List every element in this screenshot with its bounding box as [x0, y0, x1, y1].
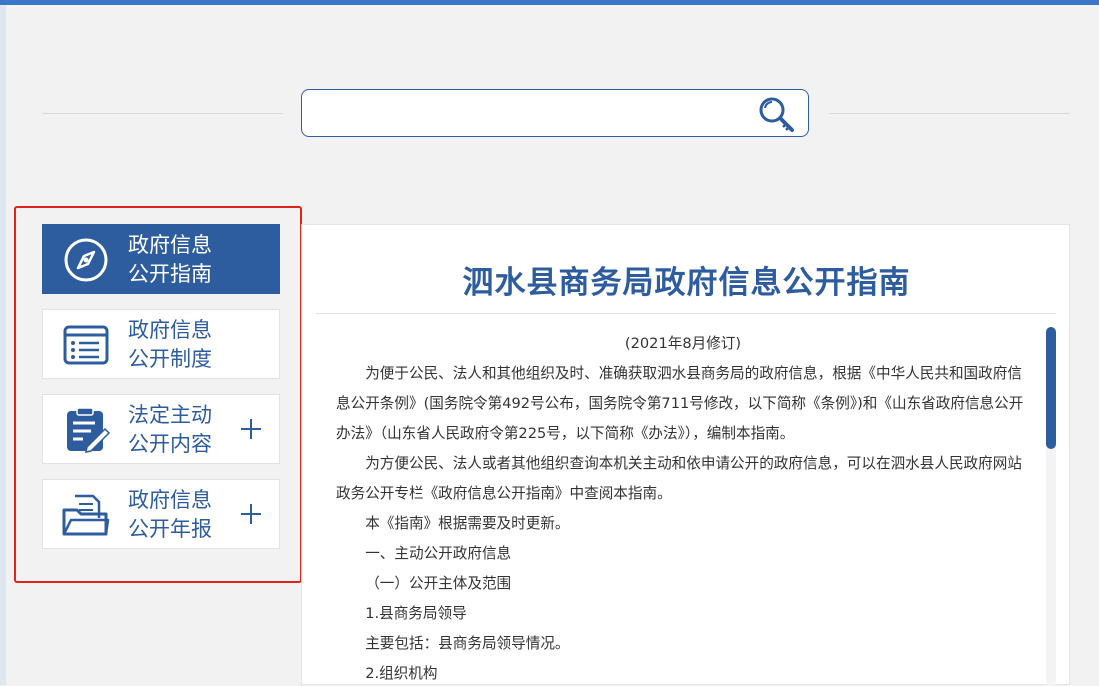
nav-item-label: 法定主动 公开内容: [128, 403, 212, 456]
compass-icon: [64, 238, 108, 282]
expand-plus-icon[interactable]: [239, 502, 263, 526]
page-title: 泗水县商务局政府信息公开指南: [462, 265, 911, 301]
search-divider-left: [42, 113, 282, 114]
revision-note: (2021年8月修订): [624, 335, 742, 352]
top-accent-bar: [0, 0, 1099, 5]
search-key-icon: [759, 97, 794, 132]
content-paragraph: 主要包括：县商务局领导情况。: [365, 635, 570, 652]
nav-item-disclosure-system[interactable]: 政府信息 公开制度: [42, 309, 280, 379]
search-input[interactable]: [312, 98, 746, 130]
clipboard-edit-icon: [67, 407, 111, 453]
title-divider: [316, 313, 1056, 314]
search-button[interactable]: [756, 94, 796, 134]
nav-item-label: 政府信息 公开指南: [128, 233, 212, 286]
search-divider-right: [830, 113, 1070, 114]
list-document-icon: [63, 325, 109, 365]
content-paragraph: 为便于公民、法人和其他组织及时、准确获取泗水县商务局的政府信息，根据《中华人民共…: [336, 365, 1024, 442]
scrollbar-thumb[interactable]: [1046, 327, 1056, 449]
subsection-heading: （一）公开主体及范围: [365, 575, 512, 592]
content-paragraph: 本《指南》根据需要及时更新。: [365, 515, 570, 532]
nav-item-annual-report[interactable]: 政府信息 公开年报: [42, 479, 280, 549]
folder-document-icon: [62, 494, 110, 536]
guide-content: (2021年8月修订) 为便于公民、法人和其他组织及时、准确获取泗水县商务局的政…: [336, 329, 1030, 686]
content-paragraph: 2.组织机构: [365, 665, 438, 682]
nav-item-disclosure-guide[interactable]: 政府信息 公开指南: [42, 224, 280, 294]
nav-item-statutory-content[interactable]: 法定主动 公开内容: [42, 394, 280, 464]
nav-item-label: 政府信息 公开制度: [128, 318, 212, 371]
main-content-panel: 泗水县商务局政府信息公开指南 (2021年8月修订) 为便于公民、法人和其他组织…: [301, 224, 1070, 686]
section-heading: 一、主动公开政府信息: [365, 545, 512, 562]
left-edge-bar: [0, 5, 6, 685]
search-box: [301, 89, 809, 137]
content-paragraph: 1.县商务局领导: [365, 605, 467, 622]
content-paragraph: 为方便公民、法人或者其他组织查询本机关主动和依申请公开的政府信息，可以在泗水县人…: [336, 455, 1022, 502]
expand-plus-icon[interactable]: [239, 417, 263, 441]
nav-item-label: 政府信息 公开年报: [128, 488, 212, 541]
